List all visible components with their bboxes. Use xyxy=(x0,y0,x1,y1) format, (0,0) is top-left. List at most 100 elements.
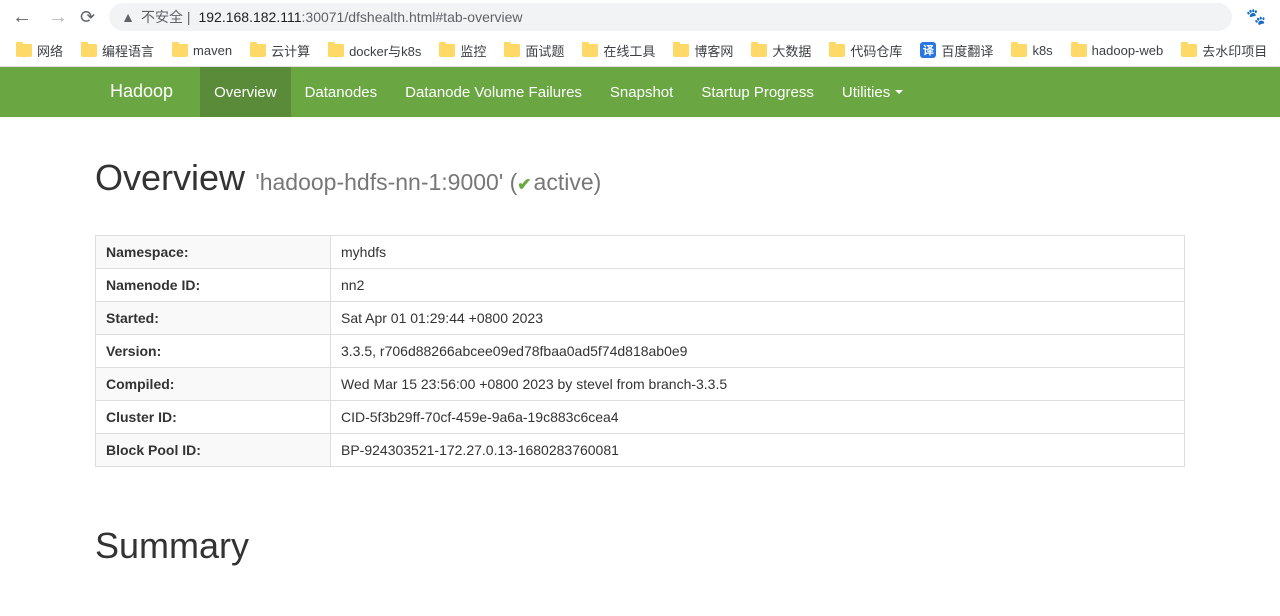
bookmark-label: 代码仓库 xyxy=(850,41,902,60)
row-key: Block Pool ID: xyxy=(96,434,331,467)
bookmark-label: 去水印项目 xyxy=(1202,41,1267,60)
bookmark-item[interactable]: 博客网 xyxy=(667,38,739,63)
app-icon: 译 xyxy=(920,42,936,58)
url-field[interactable]: ▲ 不安全 | 192.168.182.111:30071/dfshealth.… xyxy=(109,3,1232,31)
page-subtitle: 'hadoop-hdfs-nn-1:9000' (✔active) xyxy=(249,169,601,195)
nav-tab-snapshot[interactable]: Snapshot xyxy=(596,67,687,117)
bookmark-label: 大数据 xyxy=(772,41,811,60)
browser-extension-icon[interactable]: 🐾 xyxy=(1240,7,1272,27)
nav-tab-utilities[interactable]: Utilities xyxy=(828,67,917,117)
brand-label[interactable]: Hadoop xyxy=(95,67,188,117)
row-value: BP-924303521-172.27.0.13-1680283760081 xyxy=(331,434,1185,467)
address-bar: ← → ⟳ ▲ 不安全 | 192.168.182.111:30071/dfsh… xyxy=(0,0,1280,34)
nav-tab-datanode-volume-failures[interactable]: Datanode Volume Failures xyxy=(391,67,596,117)
page-title: Overview xyxy=(95,157,245,198)
bookmark-item[interactable]: 监控 xyxy=(433,38,492,63)
table-row: Block Pool ID:BP-924303521-172.27.0.13-1… xyxy=(96,434,1185,467)
nav-tab-label: Startup Progress xyxy=(701,84,814,101)
folder-icon xyxy=(1071,44,1087,57)
folder-icon xyxy=(328,44,344,57)
bookmark-label: docker与k8s xyxy=(349,41,421,60)
folder-icon xyxy=(1181,44,1197,57)
table-row: Version:3.3.5, r706d88266abcee09ed78fbaa… xyxy=(96,335,1185,368)
bookmark-item[interactable]: hadoop-web xyxy=(1065,40,1170,61)
bookmark-item[interactable]: docker与k8s xyxy=(322,38,427,63)
bookmark-item[interactable]: k8s xyxy=(1005,40,1058,61)
row-key: Version: xyxy=(96,335,331,368)
reload-button[interactable]: ⟳ xyxy=(80,7,95,28)
folder-icon xyxy=(250,44,266,57)
insecure-label: 不安全 | xyxy=(141,7,193,27)
row-value: 3.3.5, r706d88266abcee09ed78fbaa0ad5f74d… xyxy=(331,335,1185,368)
bookmark-item[interactable]: 大数据 xyxy=(745,38,817,63)
folder-icon xyxy=(751,44,767,57)
folder-icon xyxy=(829,44,845,57)
nav-tab-overview[interactable]: Overview xyxy=(200,67,291,117)
chevron-down-icon xyxy=(895,90,903,94)
row-key: Cluster ID: xyxy=(96,401,331,434)
bookmark-label: 监控 xyxy=(460,41,486,60)
bookmark-item[interactable]: 云计算 xyxy=(244,38,316,63)
insecure-warning-icon: ▲ xyxy=(121,9,135,25)
main-content: Overview 'hadoop-hdfs-nn-1:9000' (✔activ… xyxy=(80,117,1200,577)
row-value: CID-5f3b29ff-70cf-459e-9a6a-19c883c6cea4 xyxy=(331,401,1185,434)
browser-chrome: ← → ⟳ ▲ 不安全 | 192.168.182.111:30071/dfsh… xyxy=(0,0,1280,67)
folder-icon xyxy=(1011,44,1027,57)
row-key: Namespace: xyxy=(96,236,331,269)
bookmarks-bar: 网络 编程语言 maven 云计算 docker与k8s 监控 面试题 在线工具 博客网 大数据 代… xyxy=(0,34,1280,66)
nav-tab-label: Overview xyxy=(214,84,277,101)
overview-header: Overview 'hadoop-hdfs-nn-1:9000' (✔activ… xyxy=(95,117,1185,207)
bookmark-item[interactable]: 代码仓库 xyxy=(823,38,908,63)
bookmark-item[interactable]: 译百度翻译 xyxy=(914,38,999,63)
table-row: Cluster ID:CID-5f3b29ff-70cf-459e-9a6a-1… xyxy=(96,401,1185,434)
row-key: Started: xyxy=(96,302,331,335)
folder-icon xyxy=(582,44,598,57)
bookmark-label: 在线工具 xyxy=(603,41,655,60)
row-key: Compiled: xyxy=(96,368,331,401)
bookmark-item[interactable]: 去水印项目 xyxy=(1175,38,1273,63)
bookmark-item[interactable]: 在线工具 xyxy=(576,38,661,63)
nav-tab-datanodes[interactable]: Datanodes xyxy=(291,67,392,117)
nav-tab-label: Datanode Volume Failures xyxy=(405,84,582,101)
nav-tab-startup-progress[interactable]: Startup Progress xyxy=(687,67,828,117)
bookmark-label: hadoop-web xyxy=(1092,43,1164,58)
bookmark-item[interactable]: maven xyxy=(166,40,238,61)
table-row: Namenode ID:nn2 xyxy=(96,269,1185,302)
folder-icon xyxy=(673,44,689,57)
summary-title: Summary xyxy=(95,525,1185,567)
nav-tab-label: Snapshot xyxy=(610,84,673,101)
row-key: Namenode ID: xyxy=(96,269,331,302)
bookmark-label: 百度翻译 xyxy=(941,41,993,60)
folder-icon xyxy=(504,44,520,57)
bookmark-item[interactable]: 网络 xyxy=(10,38,69,63)
url-text: 192.168.182.111:30071/dfshealth.html#tab… xyxy=(198,9,1220,25)
row-value: Wed Mar 15 23:56:00 +0800 2023 by stevel… xyxy=(331,368,1185,401)
folder-icon xyxy=(81,44,97,57)
nav-tab-label: Datanodes xyxy=(305,84,378,101)
table-row: Started:Sat Apr 01 01:29:44 +0800 2023 xyxy=(96,302,1185,335)
bookmark-label: 面试题 xyxy=(525,41,564,60)
bookmark-label: 编程语言 xyxy=(102,41,154,60)
check-icon: ✔ xyxy=(517,175,531,194)
row-value: nn2 xyxy=(331,269,1185,302)
table-row: Namespace:myhdfs xyxy=(96,236,1185,269)
row-value: myhdfs xyxy=(331,236,1185,269)
main-navbar: Hadoop Overview Datanodes Datanode Volume … xyxy=(0,67,1280,117)
back-button[interactable]: ← xyxy=(8,6,36,29)
table-row: Compiled:Wed Mar 15 23:56:00 +0800 2023 … xyxy=(96,368,1185,401)
folder-icon xyxy=(172,44,188,57)
bookmark-label: 网络 xyxy=(37,41,63,60)
nav-tab-label: Utilities xyxy=(842,84,890,101)
bookmark-label: k8s xyxy=(1032,43,1052,58)
bookmark-label: maven xyxy=(193,43,232,58)
forward-button[interactable]: → xyxy=(44,6,72,29)
folder-icon xyxy=(439,44,455,57)
bookmark-item[interactable]: 面试题 xyxy=(498,38,570,63)
row-value: Sat Apr 01 01:29:44 +0800 2023 xyxy=(331,302,1185,335)
bookmark-label: 云计算 xyxy=(271,41,310,60)
bookmark-item[interactable]: 编程语言 xyxy=(75,38,160,63)
overview-info-table: Namespace:myhdfsNamenode ID:nn2Started:S… xyxy=(95,235,1185,467)
bookmark-label: 博客网 xyxy=(694,41,733,60)
folder-icon xyxy=(16,44,32,57)
summary-header: Summary xyxy=(95,487,1185,577)
